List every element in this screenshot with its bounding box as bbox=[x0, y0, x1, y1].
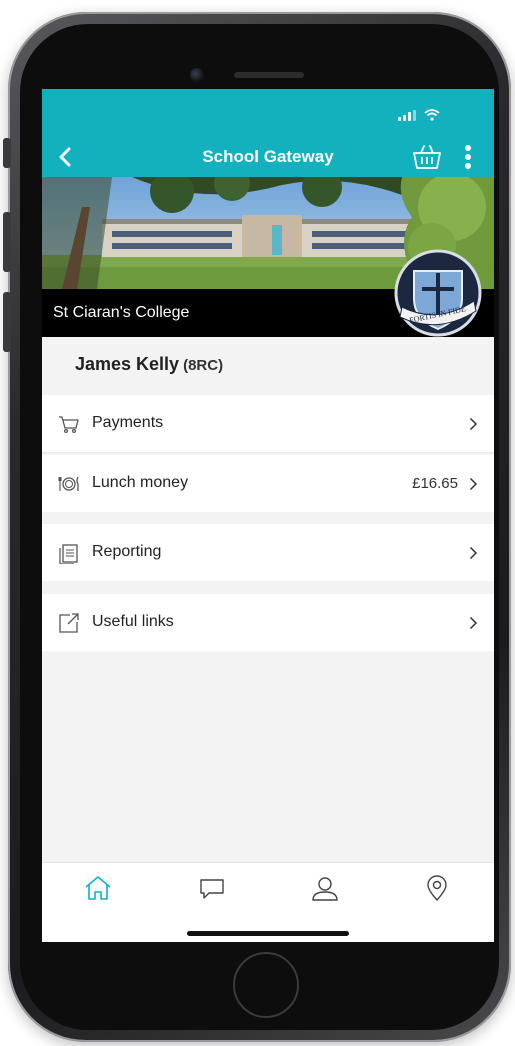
student-header: James Kelly (8RC) bbox=[42, 337, 494, 395]
menu-item-lunch-money[interactable]: Lunch money £16.65 bbox=[42, 455, 494, 512]
map-pin-icon[interactable] bbox=[422, 873, 452, 903]
document-icon bbox=[59, 544, 78, 564]
volume-up-button bbox=[3, 212, 11, 272]
user-icon[interactable] bbox=[310, 873, 340, 903]
school-banner: St Ciaran's College FORTIS IN FIDE bbox=[42, 177, 494, 337]
chat-bubble-icon[interactable] bbox=[197, 873, 227, 903]
menu-label-lunch-money: Lunch money bbox=[92, 474, 189, 491]
home-icon[interactable] bbox=[83, 873, 113, 903]
basket-icon[interactable] bbox=[412, 142, 442, 172]
school-crest-logo: FORTIS IN FIDE bbox=[394, 249, 482, 337]
wifi-icon bbox=[424, 109, 440, 121]
app-header: School Gateway bbox=[42, 137, 494, 177]
student-class: (8RC) bbox=[183, 357, 224, 374]
chevron-right-icon bbox=[469, 477, 478, 491]
app-screen: School Gateway St Ciaran's College FORTI… bbox=[42, 89, 494, 942]
student-name-text: James Kelly bbox=[75, 354, 180, 374]
chevron-right-icon bbox=[469, 417, 478, 431]
bottom-tab-bar bbox=[42, 862, 494, 942]
menu-label-reporting: Reporting bbox=[92, 543, 162, 560]
lunch-money-balance: £16.65 bbox=[412, 475, 458, 492]
chevron-right-icon bbox=[469, 616, 478, 630]
menu-label-payments: Payments bbox=[92, 414, 164, 431]
more-options-icon[interactable] bbox=[460, 142, 476, 172]
status-bar bbox=[42, 89, 494, 137]
external-link-icon bbox=[59, 613, 79, 633]
school-name: St Ciaran's College bbox=[53, 304, 190, 321]
mute-switch bbox=[3, 138, 11, 168]
signal-strength-icon bbox=[398, 110, 416, 121]
menu-item-useful-links[interactable]: Useful links bbox=[42, 594, 494, 651]
front-camera bbox=[190, 68, 204, 82]
earpiece-speaker bbox=[234, 72, 304, 78]
menu-label-useful-links: Useful links bbox=[92, 613, 174, 630]
student-name: James Kelly (8RC) bbox=[75, 354, 223, 375]
home-hardware-button[interactable] bbox=[233, 952, 299, 1018]
divider bbox=[42, 452, 494, 453]
chevron-right-icon bbox=[469, 546, 478, 560]
home-indicator[interactable] bbox=[187, 931, 349, 936]
shopping-cart-icon bbox=[59, 416, 79, 434]
plate-cutlery-icon bbox=[58, 476, 79, 491]
menu-item-payments[interactable]: Payments bbox=[42, 395, 494, 452]
menu-item-reporting[interactable]: Reporting bbox=[42, 524, 494, 581]
volume-down-button bbox=[3, 292, 11, 352]
